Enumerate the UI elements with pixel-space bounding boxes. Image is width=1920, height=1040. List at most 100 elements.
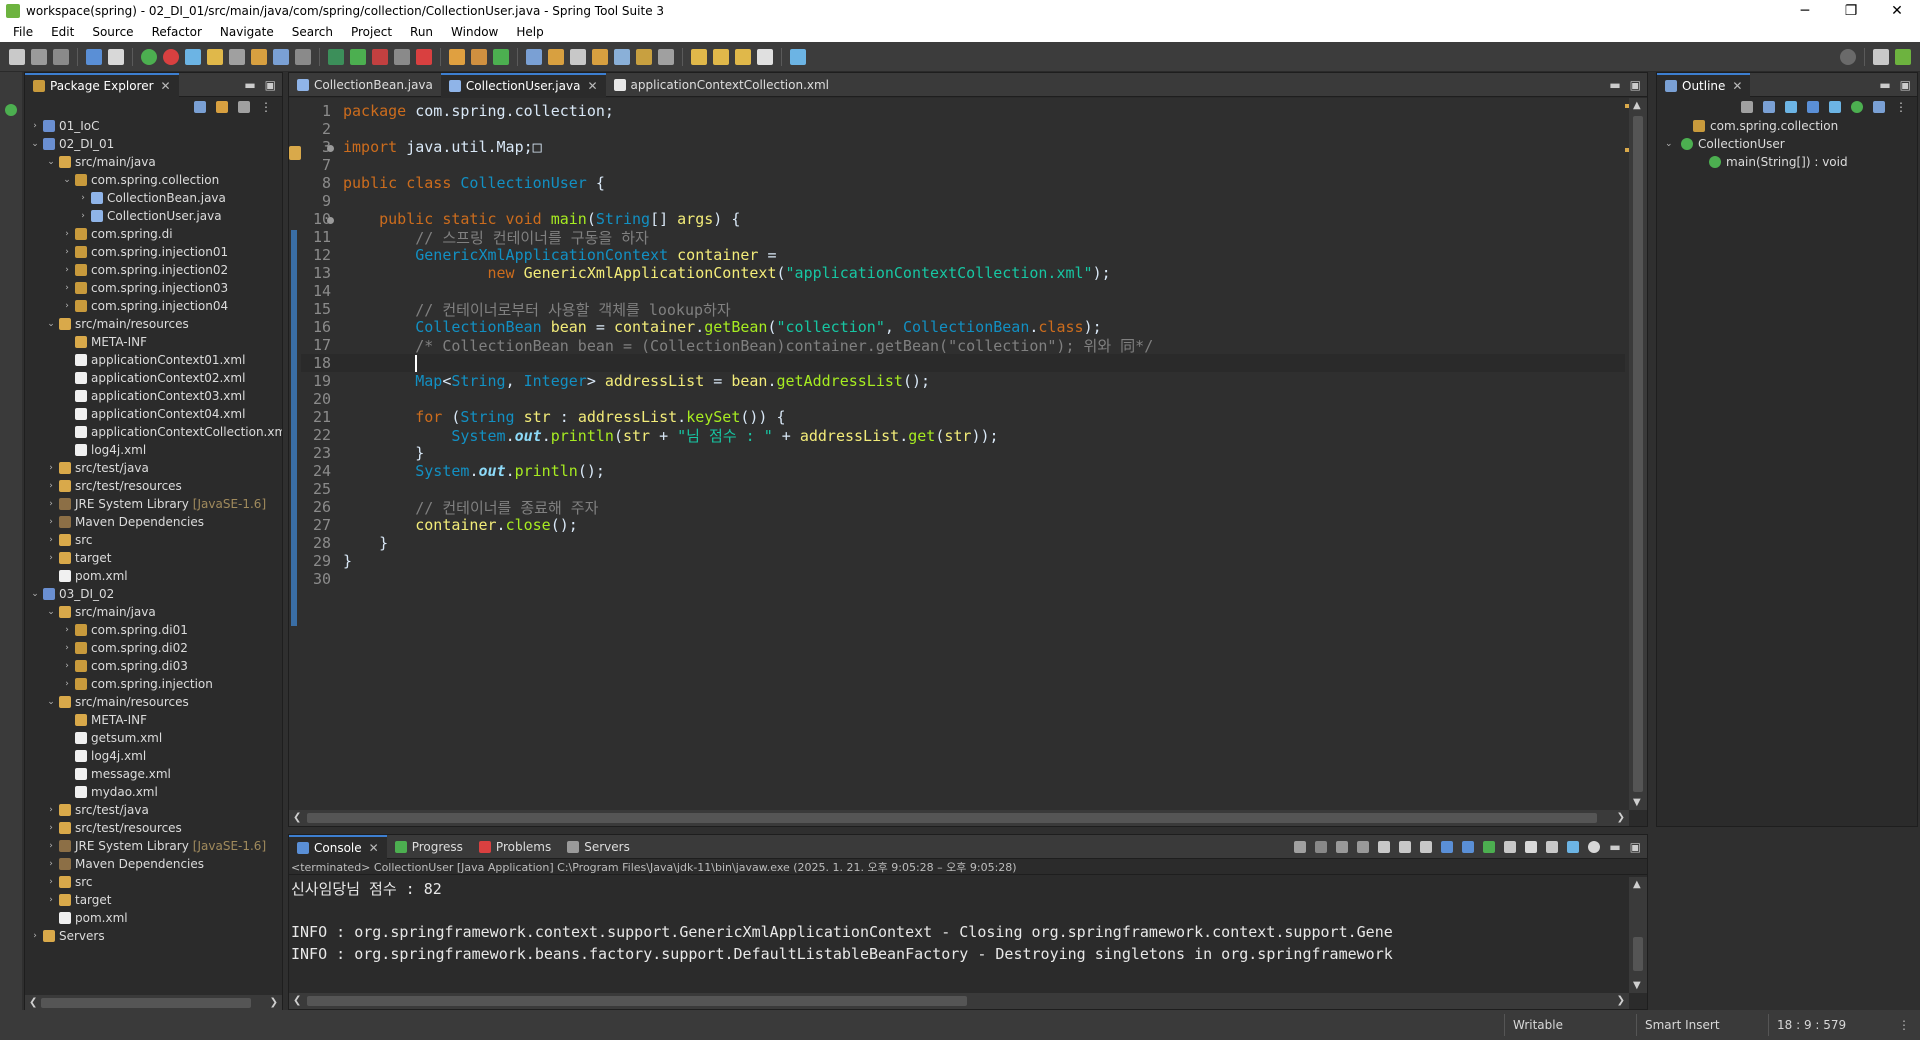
tree-item[interactable]: › com.spring.injection01 <box>25 243 282 261</box>
menu-navigate[interactable]: Navigate <box>211 25 283 39</box>
minimize-view-icon[interactable]: ▬ <box>1609 840 1620 854</box>
spring-boot-icon[interactable] <box>141 48 157 65</box>
code-line[interactable]: 30 <box>301 570 343 588</box>
settings-icon[interactable] <box>108 48 124 65</box>
tab-console[interactable]: Console ✕ <box>289 834 387 859</box>
hide-fields-icon[interactable] <box>1785 101 1797 113</box>
sort-icon[interactable] <box>1763 101 1775 113</box>
skip-breakpoints-icon[interactable] <box>185 48 201 65</box>
next-annotation-icon[interactable] <box>636 48 652 65</box>
annotation-icon[interactable] <box>614 48 630 65</box>
minimize-view-icon[interactable]: ▬ <box>244 78 255 92</box>
open-type-hierarchy-icon[interactable] <box>526 48 542 65</box>
tab-problems[interactable]: Problems <box>471 835 559 859</box>
chevron-right-icon[interactable]: › <box>77 193 89 203</box>
tree-item[interactable]: ⌄ src/main/java <box>25 153 282 171</box>
link-icon[interactable] <box>1567 840 1580 853</box>
tree-item[interactable]: ⌄ src/main/resources <box>25 693 282 711</box>
tree-item[interactable]: ⌄ src/main/java <box>25 603 282 621</box>
collapse-all-icon[interactable] <box>194 101 206 113</box>
settings-icon[interactable] <box>1588 840 1601 853</box>
search-icon[interactable] <box>1840 48 1856 65</box>
new-console-icon[interactable] <box>1525 840 1538 853</box>
close-icon[interactable]: ✕ <box>369 841 379 855</box>
outline-item[interactable]: com.spring.collection <box>1657 117 1917 135</box>
hide-non-public-icon[interactable] <box>1829 101 1841 113</box>
chevron-down-icon[interactable]: ⌄ <box>45 697 57 707</box>
new-package-icon[interactable] <box>471 48 487 65</box>
tree-item[interactable]: › src <box>25 873 282 891</box>
chevron-right-icon[interactable]: › <box>45 535 57 545</box>
chevron-right-icon[interactable]: › <box>61 679 73 689</box>
scroll-down-icon[interactable]: ▼ <box>1633 980 1641 991</box>
code-line[interactable]: 24 System.out.println(); <box>301 462 605 480</box>
code-line[interactable]: 10 public static void main(String[] args… <box>301 210 740 228</box>
scroll-left-icon[interactable]: ❮ <box>293 812 301 823</box>
maximize-button[interactable]: ❐ <box>1828 0 1874 22</box>
tree-item[interactable]: message.xml <box>25 765 282 783</box>
restore-icon[interactable] <box>5 104 17 116</box>
chevron-right-icon[interactable]: › <box>61 625 73 635</box>
tree-item[interactable]: ⌄ 03_DI_02 <box>25 585 282 603</box>
tree-item[interactable]: applicationContext01.xml <box>25 351 282 369</box>
scroll-right-icon[interactable]: ❯ <box>1617 995 1625 1006</box>
chevron-down-icon[interactable]: ⌄ <box>61 175 73 185</box>
code-line[interactable]: 27 container.close(); <box>301 516 578 534</box>
tab-outline[interactable]: Outline ✕ <box>1657 72 1751 97</box>
terminal-icon[interactable] <box>86 48 102 65</box>
chevron-right-icon[interactable]: › <box>61 247 73 257</box>
console-hscrollbar[interactable]: ❮ ❯ <box>289 993 1629 1009</box>
code-line[interactable]: 20 <box>301 390 343 408</box>
code-line[interactable]: 19 Map<String, Integer> addressList = be… <box>301 372 930 390</box>
tree-item[interactable]: META-INF <box>25 711 282 729</box>
scroll-thumb[interactable] <box>1633 937 1643 971</box>
code-line[interactable]: 3import java.util.Map;□ <box>301 138 542 156</box>
tree-item[interactable]: › src/test/java <box>25 801 282 819</box>
editor-vscrollbar[interactable]: ▲ ▼ <box>1629 98 1647 810</box>
view-menu-icon[interactable]: ⋮ <box>260 100 272 114</box>
tree-item[interactable]: applicationContext02.xml <box>25 369 282 387</box>
code-editor[interactable]: 1package com.spring.collection;23import … <box>289 98 1627 810</box>
tree-item[interactable]: getsum.xml <box>25 729 282 747</box>
scroll-thumb[interactable] <box>307 813 1597 823</box>
show-on-stdout-icon[interactable] <box>1441 840 1454 853</box>
chevron-down-icon[interactable]: ⌄ <box>45 319 57 329</box>
code-line[interactable]: 25 <box>301 480 343 498</box>
remove-all-icon[interactable] <box>1357 840 1370 853</box>
chevron-right-icon[interactable]: › <box>45 841 57 851</box>
stop-icon[interactable] <box>394 48 410 65</box>
scroll-lock-icon[interactable] <box>1399 840 1412 853</box>
chevron-right-icon[interactable]: › <box>29 931 41 941</box>
open-console-icon[interactable] <box>790 48 806 65</box>
chevron-right-icon[interactable]: › <box>61 283 73 293</box>
code-line[interactable]: 7 <box>301 156 343 174</box>
menu-refactor[interactable]: Refactor <box>143 25 211 39</box>
code-line[interactable]: 18 <box>301 354 1627 372</box>
warning-icon[interactable] <box>289 146 301 160</box>
code-line[interactable]: 8 public class CollectionUser { <box>301 174 605 192</box>
minimize-editor-icon[interactable]: ▬ <box>1609 78 1620 92</box>
tree-item[interactable]: pom.xml <box>25 567 282 585</box>
display-selected-console-icon[interactable] <box>1483 840 1496 853</box>
chevron-down-icon[interactable]: ⌄ <box>1665 139 1677 149</box>
new-icon[interactable] <box>9 48 25 65</box>
tab-package-explorer[interactable]: Package Explorer ✕ <box>25 72 179 97</box>
tree-item[interactable]: › 01_IoC <box>25 117 282 135</box>
new-java-project-icon[interactable] <box>449 48 465 65</box>
link-with-editor-icon[interactable] <box>216 101 228 113</box>
scroll-thumb[interactable] <box>1633 116 1643 792</box>
outline-item[interactable]: ⌄ CollectionUser <box>1657 135 1917 153</box>
tree-item[interactable]: › CollectionBean.java <box>25 189 282 207</box>
hide-static-icon[interactable] <box>1807 101 1819 113</box>
scroll-right-icon[interactable]: ❯ <box>270 997 278 1008</box>
code-line[interactable]: 12 GenericXmlApplicationContext containe… <box>301 246 777 264</box>
tree-item[interactable]: › Maven Dependencies <box>25 513 282 531</box>
new-class-icon[interactable] <box>493 48 509 65</box>
open-perspective-icon[interactable] <box>1873 48 1889 65</box>
chevron-right-icon[interactable]: › <box>45 499 57 509</box>
chevron-right-icon[interactable]: › <box>45 877 57 887</box>
fold-toggle-icon[interactable] <box>327 145 334 152</box>
back-icon[interactable] <box>691 48 707 65</box>
tree-item[interactable]: › src/test/java <box>25 459 282 477</box>
tree-item[interactable]: ⌄ com.spring.collection <box>25 171 282 189</box>
